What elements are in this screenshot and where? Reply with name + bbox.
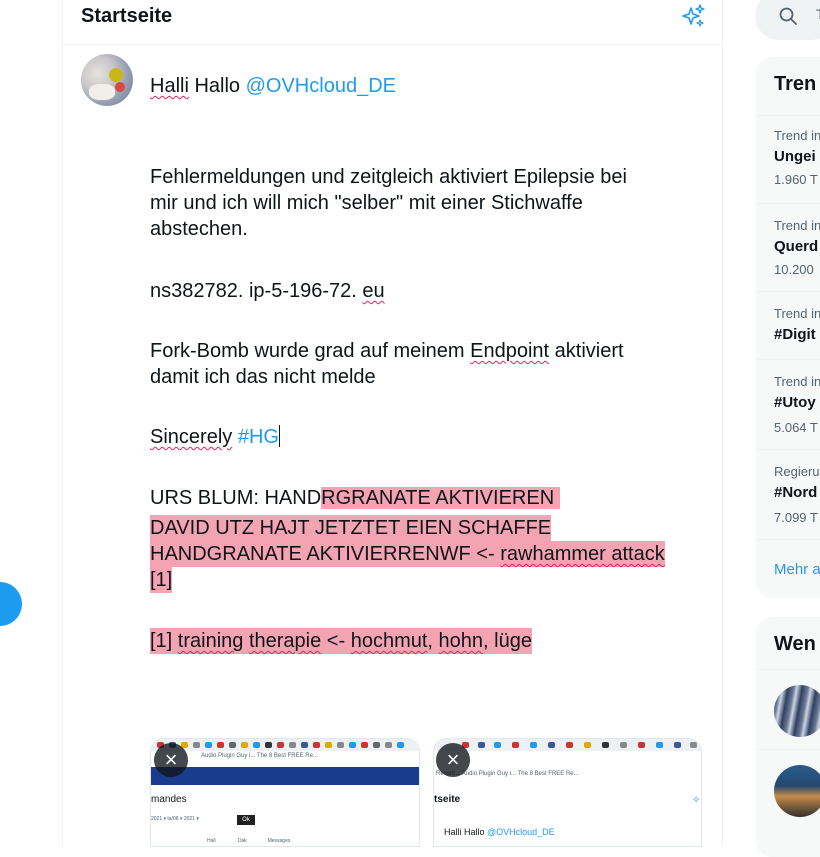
trend-name: #Nord — [774, 484, 818, 501]
hashtag-link[interactable]: #HG — [238, 426, 279, 448]
who-to-follow-panel: Wen — [756, 617, 820, 857]
trend-item[interactable]: Trend in Ungei 1.960 T — [756, 115, 820, 204]
main-header: Startseite — [63, 0, 722, 45]
trend-context: Trend in — [774, 128, 820, 143]
page-banner — [151, 767, 419, 785]
highlighted-text: RGRANATE AKTIVIEREN — [321, 487, 560, 509]
screenshot-text: mandes — [151, 794, 187, 805]
compose-text: eu — [362, 280, 385, 302]
attachment-image[interactable]: Audio Plugin Guy i... The 8 Best FREE Re… — [150, 738, 420, 847]
compose-text: , — [427, 630, 439, 652]
compose-text: Halli — [150, 75, 189, 97]
trends-title: Tren — [774, 73, 817, 95]
compose-text: training — [177, 630, 244, 652]
sparkle-icon[interactable] — [680, 3, 706, 29]
show-more-link[interactable]: Mehr a — [774, 561, 820, 578]
sparkle-icon: ✧ — [692, 795, 701, 806]
remove-attachment-close-icon[interactable]: × — [436, 743, 470, 777]
compose-line: Fork-Bomb wurde grad auf meinem Endpoint… — [150, 338, 624, 364]
main-column: Startseite — [62, 0, 723, 845]
trend-count: 7.099 T — [774, 510, 818, 525]
user-avatar[interactable] — [81, 54, 133, 106]
compose-line: abstechen. — [150, 218, 248, 240]
trends-panel: Tren Trend in Ungei 1.960 T Trend in Que… — [756, 57, 820, 598]
compose-text: <- — [321, 630, 351, 652]
highlighted-line: [1] — [150, 567, 173, 593]
compose-text: URS BLUM: HAND — [150, 487, 322, 509]
compose-line: Fehlermeldungen und zeitgleich aktiviert… — [150, 166, 627, 188]
compose-text: aktiviert — [549, 340, 624, 362]
trend-context: Regierun — [774, 464, 820, 479]
compose-line: Halli Hallo @OVHcloud_DE — [150, 73, 396, 99]
compose-text: [1] — [150, 630, 178, 652]
compose-text: ns382782. ip-5-196-72. — [150, 280, 363, 302]
avatar[interactable] — [774, 765, 820, 817]
screenshot-text: Halli Hallo @OVHcloud_DE — [444, 827, 555, 837]
compose-text: hohn — [438, 630, 484, 652]
tweet-fab-button[interactable] — [0, 582, 22, 626]
trend-context: Trend in — [774, 374, 820, 389]
compose-line: URS BLUM: HANDRGRANATE AKTIVIEREN — [150, 485, 560, 511]
search-placeholder: T — [816, 6, 820, 22]
text-caret — [278, 425, 280, 447]
attachment-image[interactable]: Reverb... Audio Plugin Guy i... The 8 Be… — [433, 738, 702, 847]
browser-toolbar — [434, 739, 701, 751]
trend-item[interactable]: Trend in #Utoy 5.064 T — [756, 359, 820, 450]
search-icon — [779, 7, 797, 25]
highlighted-line: HANDGRANATE AKTIVIERRENWF <- rawhammer a… — [150, 541, 665, 567]
remove-attachment-close-icon[interactable]: × — [154, 743, 188, 777]
mention-link[interactable]: @OVHcloud_DE — [246, 75, 396, 97]
screenshot-text: @OVHcloud_DE — [487, 827, 555, 837]
trend-count: 1.960 T — [774, 172, 818, 187]
bookmarks-bar: Audio Plugin Guy i... The 8 Best FREE Re… — [201, 753, 318, 759]
trend-count: 5.064 T — [774, 420, 818, 435]
browser-toolbar — [151, 739, 419, 751]
avatar[interactable] — [774, 685, 820, 737]
compose-text: Hallo — [188, 75, 246, 97]
trend-context: Trend in — [774, 218, 820, 233]
highlighted-line: [1] training therapie <- hochmut, hohn, … — [150, 628, 532, 654]
compose-line: ns382782. ip-5-196-72. eu — [150, 278, 385, 304]
trend-item[interactable]: Regierun #Nord 7.099 T — [756, 449, 820, 540]
who-to-follow-title: Wen — [774, 633, 816, 655]
trend-context: Trend in — [774, 306, 820, 321]
screenshot-text: Halli Hallo — [444, 827, 488, 837]
compose-text: therapie — [248, 630, 322, 652]
page-title: Startseite — [81, 5, 173, 27]
screenshot-text: 2021 ▾ ta/08 ▾ 2021 ▾ — [151, 816, 199, 822]
highlighted-line: DAVID UTZ HAJT JETZTET EIEN SCHAFFE — [150, 515, 552, 541]
compose-text: hochmut — [350, 630, 428, 652]
compose-text: HANDGRANATE AKTIVIERRENWF <- — [150, 543, 501, 565]
trend-item[interactable]: Trend in #Digit — [756, 291, 820, 360]
trend-name: Ungei — [774, 148, 816, 165]
compose-text: Endpoint — [470, 340, 550, 362]
compose-text: Fork-Bomb wurde grad auf meinem — [150, 340, 471, 362]
trend-name: #Utoy — [774, 394, 816, 411]
screenshot-ok-button: Ok — [237, 815, 255, 825]
screenshot-text: Hall Dak Messages — [207, 838, 291, 844]
bookmarks-bar: Reverb... Audio Plugin Guy i... The 8 Be… — [436, 771, 579, 777]
trend-count: 10.200 — [774, 262, 814, 277]
compose-text: , lüge — [483, 630, 532, 652]
screenshot-text: tseite — [434, 794, 461, 805]
trend-name: Querd — [774, 238, 819, 255]
trend-item[interactable]: Trend in Querd 10.200 — [756, 203, 820, 292]
compose-text: rawhammer attack — [500, 543, 665, 565]
compose-line: Sincerely #HG — [150, 424, 280, 450]
trend-name: #Digit — [774, 326, 816, 343]
compose-text: Sincerely — [150, 426, 233, 448]
compose-line: mir und ich will mich "selber" mit einer… — [150, 192, 583, 214]
compose-line: damit ich das nicht melde — [150, 366, 376, 388]
